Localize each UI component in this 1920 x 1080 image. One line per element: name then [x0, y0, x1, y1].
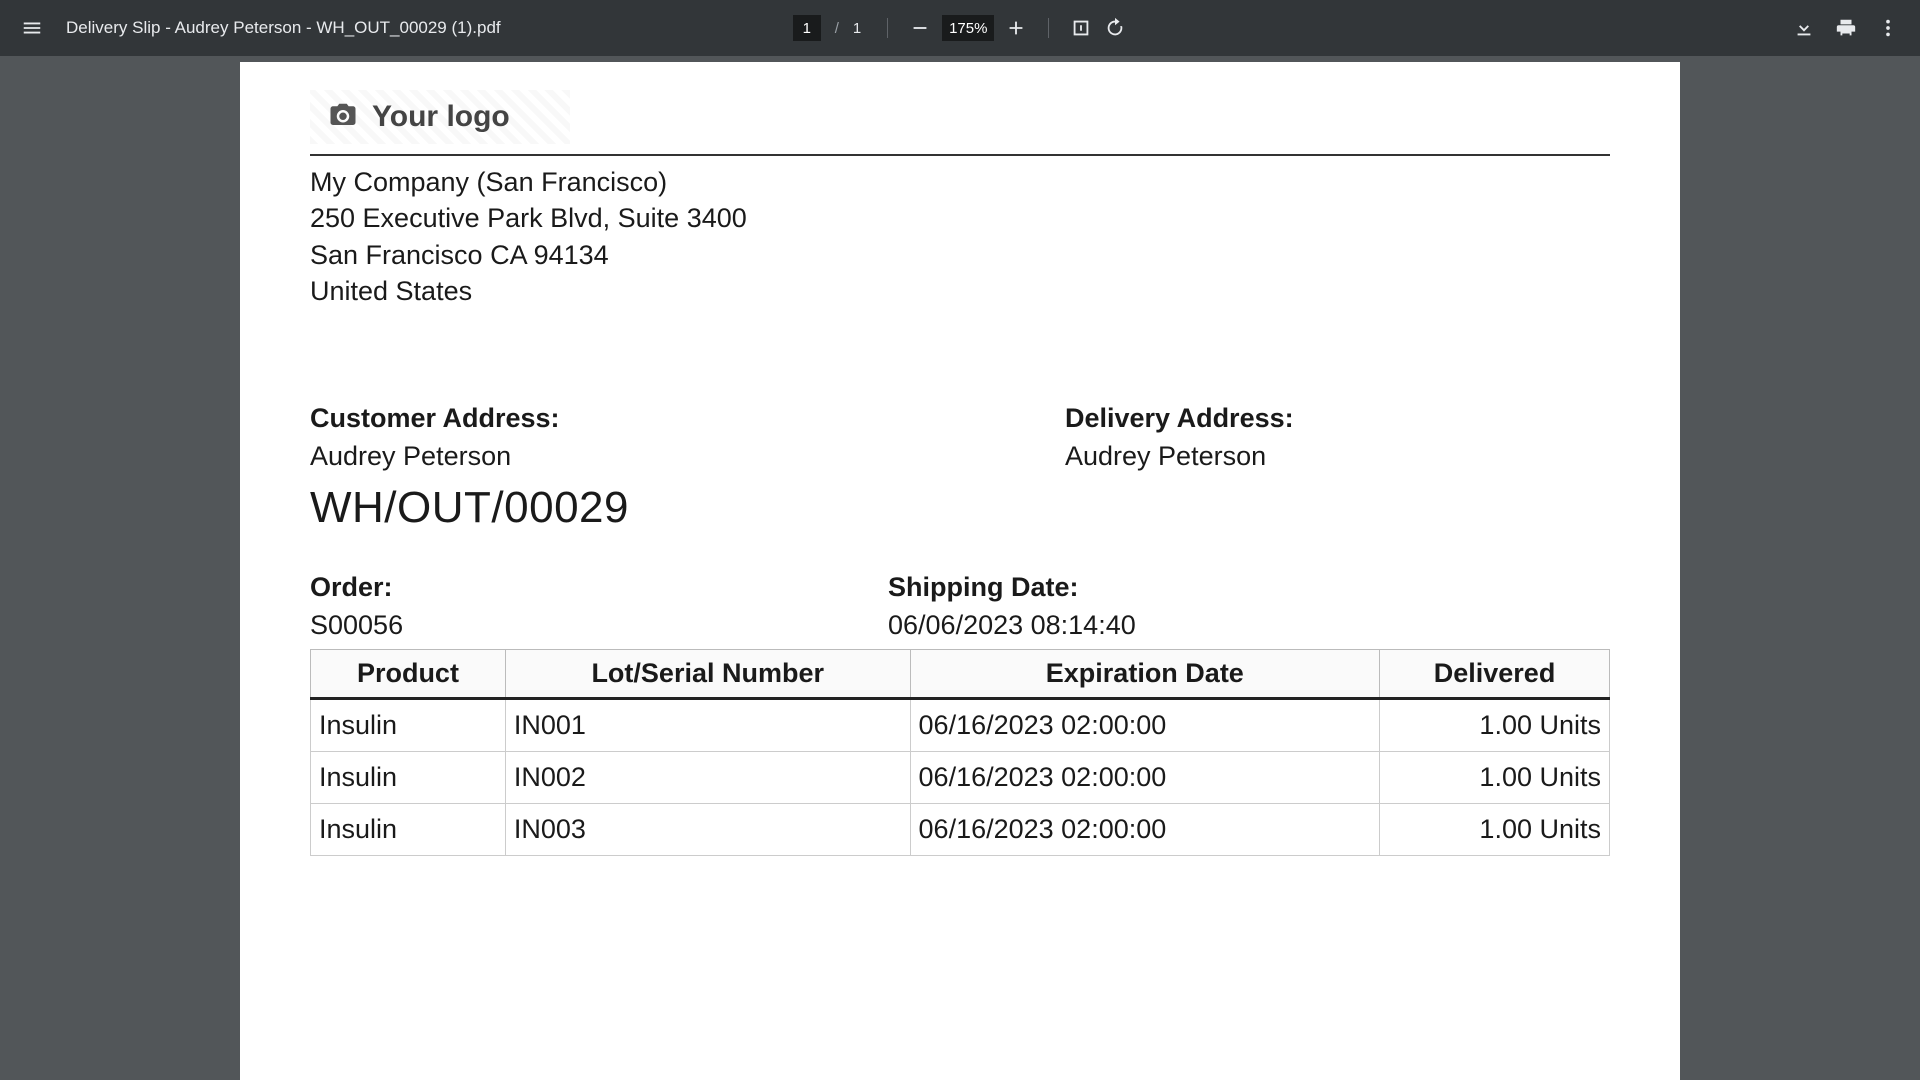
toolbar-center: / 1 [793, 15, 1128, 41]
zoom-in-icon[interactable] [1004, 16, 1028, 40]
order-title: Order: [310, 569, 888, 607]
order-value: S00056 [310, 607, 888, 645]
company-address: My Company (San Francisco) 250 Executive… [310, 164, 1610, 310]
cell-expiration: 06/16/2023 02:00:00 [910, 698, 1380, 751]
print-icon[interactable] [1834, 16, 1858, 40]
delivery-address-title: Delivery Address: [1065, 400, 1294, 438]
pdf-toolbar: Delivery Slip - Audrey Peterson - WH_OUT… [0, 0, 1920, 56]
toolbar-left: Delivery Slip - Audrey Peterson - WH_OUT… [20, 16, 793, 40]
download-icon[interactable] [1792, 16, 1816, 40]
divider [887, 18, 888, 38]
cell-lot: IN003 [505, 803, 910, 855]
more-icon[interactable] [1876, 16, 1900, 40]
delivery-address-block: Delivery Address: Audrey Peterson [1065, 400, 1294, 476]
company-name: My Company (San Francisco) [310, 164, 1610, 200]
customer-address-block: Customer Address: Audrey Peterson [310, 400, 1065, 476]
page-total: 1 [853, 20, 861, 37]
shipping-date-title: Shipping Date: [888, 569, 1136, 607]
items-table: Product Lot/Serial Number Expiration Dat… [310, 649, 1610, 856]
cell-expiration: 06/16/2023 02:00:00 [910, 803, 1380, 855]
header-rule [310, 154, 1610, 156]
page-number-input[interactable] [793, 15, 821, 41]
rotate-icon[interactable] [1103, 16, 1127, 40]
customer-address-name: Audrey Peterson [310, 438, 1065, 476]
shipping-date-value: 06/06/2023 08:14:40 [888, 607, 1136, 645]
cell-lot: IN002 [505, 751, 910, 803]
cell-lot: IN001 [505, 698, 910, 751]
shipping-date-block: Shipping Date: 06/06/2023 08:14:40 [888, 569, 1136, 645]
col-product: Product [311, 649, 506, 698]
meta-row: Order: S00056 Shipping Date: 06/06/2023 … [310, 569, 1610, 645]
cell-expiration: 06/16/2023 02:00:00 [910, 751, 1380, 803]
company-city: San Francisco CA 94134 [310, 237, 1610, 273]
table-row: Insulin IN002 06/16/2023 02:00:00 1.00 U… [311, 751, 1610, 803]
col-expiration: Expiration Date [910, 649, 1380, 698]
logo-text: Your logo [372, 100, 510, 134]
cell-delivered: 1.00 Units [1380, 698, 1610, 751]
col-delivered: Delivered [1380, 649, 1610, 698]
order-block: Order: S00056 [310, 569, 888, 645]
page-separator: / [835, 20, 839, 37]
delivery-address-name: Audrey Peterson [1065, 438, 1294, 476]
document-filename: Delivery Slip - Audrey Peterson - WH_OUT… [66, 18, 501, 38]
zoom-out-icon[interactable] [908, 16, 932, 40]
document-viewer[interactable]: Your logo My Company (San Francisco) 250… [0, 56, 1920, 1080]
cell-delivered: 1.00 Units [1380, 751, 1610, 803]
company-country: United States [310, 273, 1610, 309]
camera-icon [328, 100, 358, 135]
cell-product: Insulin [311, 698, 506, 751]
company-street: 250 Executive Park Blvd, Suite 3400 [310, 200, 1610, 236]
menu-icon[interactable] [20, 16, 44, 40]
table-header-row: Product Lot/Serial Number Expiration Dat… [311, 649, 1610, 698]
cell-product: Insulin [311, 751, 506, 803]
address-row: Customer Address: Audrey Peterson Delive… [310, 400, 1610, 476]
customer-address-title: Customer Address: [310, 400, 1065, 438]
logo-placeholder: Your logo [310, 90, 570, 144]
col-lot: Lot/Serial Number [505, 649, 910, 698]
table-row: Insulin IN003 06/16/2023 02:00:00 1.00 U… [311, 803, 1610, 855]
table-row: Insulin IN001 06/16/2023 02:00:00 1.00 U… [311, 698, 1610, 751]
cell-product: Insulin [311, 803, 506, 855]
pdf-page: Your logo My Company (San Francisco) 250… [240, 62, 1680, 1080]
fit-page-icon[interactable] [1069, 16, 1093, 40]
document-number: WH/OUT/00029 [310, 483, 1610, 533]
toolbar-right [1127, 16, 1900, 40]
divider [1048, 18, 1049, 38]
zoom-level-input[interactable] [942, 15, 994, 41]
cell-delivered: 1.00 Units [1380, 803, 1610, 855]
